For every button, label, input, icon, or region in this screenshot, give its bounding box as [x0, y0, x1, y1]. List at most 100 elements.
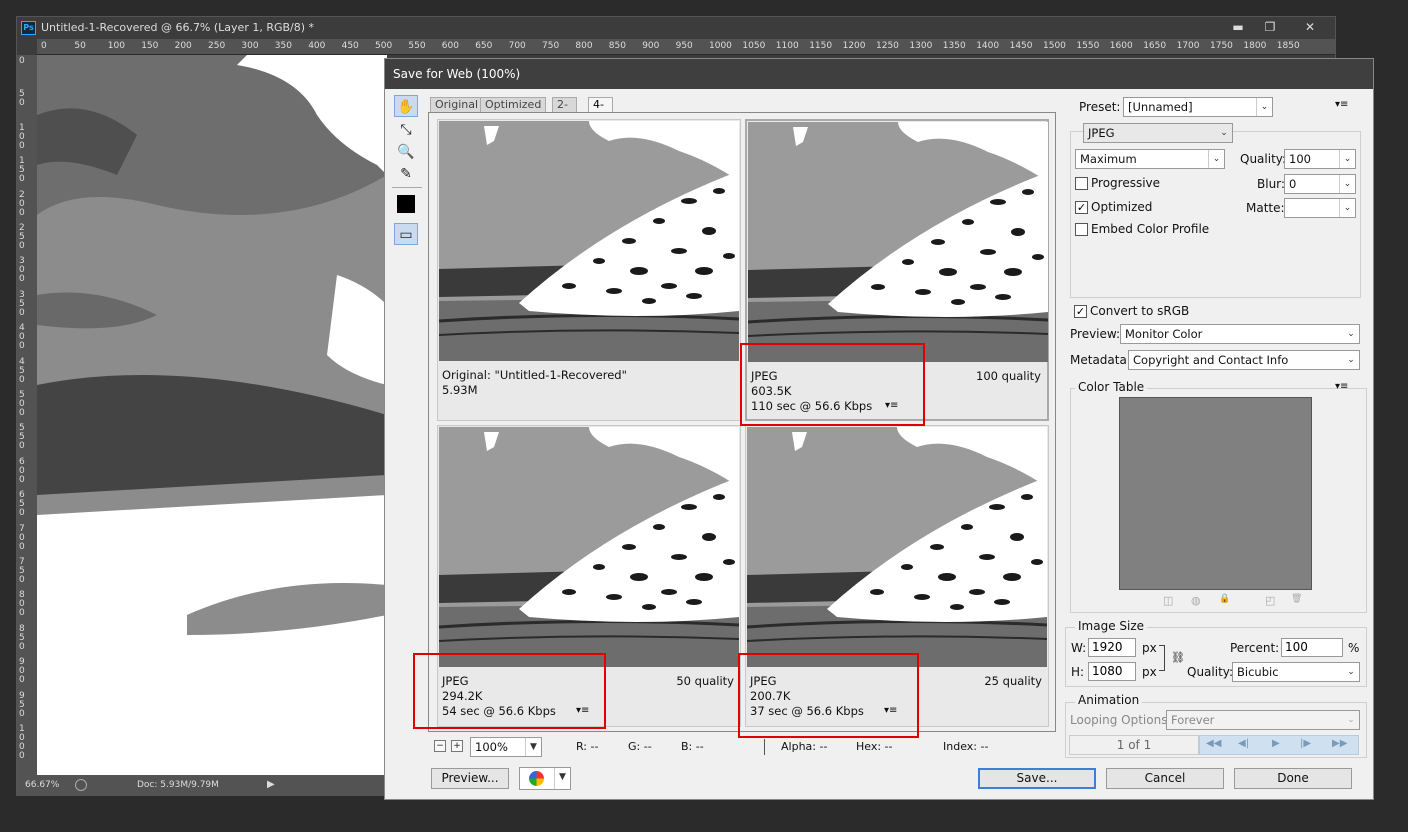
- browser-select[interactable]: ▼: [519, 767, 571, 790]
- resample-quality-label: Quality:: [1187, 665, 1234, 679]
- preview-label: Preview:: [1070, 327, 1121, 341]
- metadata-label: Metadata:: [1070, 353, 1131, 367]
- convert-srgb-checkbox[interactable]: ✓: [1074, 305, 1087, 318]
- ruler-tick: 100: [19, 122, 25, 151]
- ruler-tick: 1800: [1243, 41, 1267, 51]
- compression-select[interactable]: Maximum ⌄: [1075, 149, 1225, 169]
- compression-value: Maximum: [1080, 152, 1137, 166]
- ruler-tick: 1350: [942, 41, 966, 51]
- zoom-out-button[interactable]: −: [434, 740, 446, 752]
- done-button[interactable]: Done: [1234, 768, 1352, 789]
- map-transparent-icon[interactable]: ◫: [1163, 594, 1173, 607]
- alpha-readout: Alpha: --: [781, 740, 828, 753]
- save-button[interactable]: Save...: [978, 768, 1096, 789]
- preview-button[interactable]: Preview...: [431, 768, 509, 789]
- tab-optimized[interactable]: Optimized: [480, 97, 547, 113]
- color-table-swatch[interactable]: [1119, 397, 1312, 590]
- new-color-icon[interactable]: ◰: [1265, 594, 1275, 607]
- chevron-down-icon: ⌄: [1339, 150, 1355, 168]
- ruler-tick: 600: [19, 456, 25, 485]
- ruler-tick: 50: [19, 89, 25, 109]
- tab-original[interactable]: Original: [430, 97, 484, 113]
- tab-2-up[interactable]: 2-Up: [552, 97, 578, 125]
- embed-color-profile-checkbox[interactable]: [1075, 223, 1088, 236]
- pane-quality: 25 quality: [984, 674, 1042, 688]
- blur-field[interactable]: 0 ⌄: [1284, 174, 1356, 194]
- lock-icon[interactable]: 🔒: [1219, 594, 1230, 604]
- color-table-title: Color Table: [1075, 380, 1148, 394]
- web-snap-icon[interactable]: ◍: [1191, 594, 1201, 607]
- ruler-tick: 150: [19, 156, 25, 185]
- minimize-icon[interactable]: ▬: [1221, 17, 1255, 37]
- looping-select[interactable]: Forever ⌄: [1166, 710, 1360, 730]
- first-frame-icon[interactable]: ◀◀: [1206, 738, 1221, 749]
- color-table-menu-icon[interactable]: ▾≡: [1335, 381, 1348, 392]
- metadata-select[interactable]: Copyright and Contact Info ⌄: [1128, 350, 1360, 370]
- ruler-tick: 450: [19, 356, 25, 385]
- play-icon[interactable]: ▶: [1272, 738, 1280, 749]
- status-arrow-icon[interactable]: ▶: [267, 775, 275, 795]
- dialog-title[interactable]: Save for Web (100%): [385, 59, 1373, 89]
- ruler-tick: 1450: [1009, 41, 1033, 51]
- height-field[interactable]: 1080: [1088, 662, 1136, 681]
- tab-4-up[interactable]: 4-Up: [588, 97, 614, 125]
- percent-unit: %: [1348, 641, 1360, 655]
- horizontal-ruler: 0 50 100 150 200 250 300 350 400 450 500 550 600 650 7…: [37, 39, 1335, 55]
- link-icon[interactable]: ⛓: [1171, 651, 1185, 664]
- format-select[interactable]: JPEG ⌄: [1083, 123, 1233, 143]
- next-frame-icon[interactable]: |▶: [1300, 738, 1311, 749]
- chevron-down-icon: ⌄: [1220, 128, 1228, 138]
- hand-tool-icon[interactable]: ✋: [394, 95, 418, 117]
- last-frame-icon[interactable]: ▶▶: [1332, 738, 1347, 749]
- zoom-select[interactable]: 100% ▼: [470, 737, 542, 757]
- preview-color-value: Monitor Color: [1125, 327, 1203, 341]
- document-title-bar[interactable]: Ps Untitled-1-Recovered @ 66.7% (Layer 1…: [17, 17, 1335, 39]
- ruler-tick: 0: [41, 41, 47, 51]
- width-field[interactable]: 1920: [1088, 638, 1136, 657]
- ruler-tick: 1500: [1043, 41, 1066, 51]
- trash-icon[interactable]: 🗑: [1291, 594, 1302, 604]
- matte-select[interactable]: ⌄: [1284, 198, 1356, 218]
- ruler-tick: 400: [19, 323, 25, 352]
- zoom-level[interactable]: 66.67%: [25, 775, 59, 795]
- pane-image: [748, 122, 1048, 362]
- eyedropper-tool-icon[interactable]: ✎: [394, 163, 418, 185]
- chevron-down-icon: ▼: [554, 768, 570, 789]
- share-icon[interactable]: [75, 779, 87, 791]
- ruler-tick: 550: [19, 423, 25, 452]
- status-bar: 66.67% Doc: 5.93M/9.79M ▶: [17, 775, 387, 795]
- highlight-box: [413, 653, 606, 729]
- preview-pane-original[interactable]: Original: "Untitled-1-Recovered" 5.93M: [437, 119, 741, 421]
- document-canvas[interactable]: [37, 55, 387, 777]
- metadata-value: Copyright and Contact Info: [1133, 353, 1289, 367]
- progressive-checkbox[interactable]: [1075, 177, 1088, 190]
- percent-field[interactable]: 100: [1281, 638, 1343, 657]
- optimized-checkbox[interactable]: ✓: [1075, 201, 1088, 214]
- optimize-menu-icon[interactable]: ▾≡: [1335, 99, 1348, 110]
- doc-size: Doc: 5.93M/9.79M: [137, 780, 219, 790]
- zoom-tool-icon[interactable]: 🔍: [394, 141, 418, 163]
- cancel-button[interactable]: Cancel: [1106, 768, 1224, 789]
- ruler-tick: 350: [274, 41, 292, 51]
- convert-srgb-label: Convert to sRGB: [1090, 304, 1190, 318]
- slice-select-tool-icon[interactable]: ⤡: [394, 119, 418, 141]
- photoshop-logo-icon: Ps: [21, 21, 36, 35]
- maximize-icon[interactable]: ❐: [1253, 17, 1287, 37]
- eyedropper-color-swatch[interactable]: [394, 193, 418, 215]
- ruler-tick: 100: [107, 41, 125, 51]
- toggle-slices-icon[interactable]: ▭: [394, 223, 418, 245]
- resample-quality-select[interactable]: Bicubic ⌄: [1232, 662, 1360, 682]
- previous-frame-icon[interactable]: ◀|: [1238, 738, 1249, 749]
- link-bracket: [1159, 645, 1165, 671]
- preset-select[interactable]: [Unnamed] ⌄: [1123, 97, 1273, 117]
- close-icon[interactable]: ✕: [1293, 17, 1327, 37]
- quality-field[interactable]: 100 ⌄: [1284, 149, 1356, 169]
- preview-color-select[interactable]: Monitor Color ⌄: [1120, 324, 1360, 344]
- height-unit: px: [1142, 665, 1157, 679]
- ruler-tick: 1850: [1276, 41, 1300, 51]
- pane-image: [747, 427, 1047, 667]
- ruler-tick: 800: [575, 41, 593, 51]
- percent-label: Percent:: [1230, 641, 1280, 655]
- ruler-tick: 650: [19, 490, 25, 519]
- zoom-in-button[interactable]: +: [451, 740, 463, 752]
